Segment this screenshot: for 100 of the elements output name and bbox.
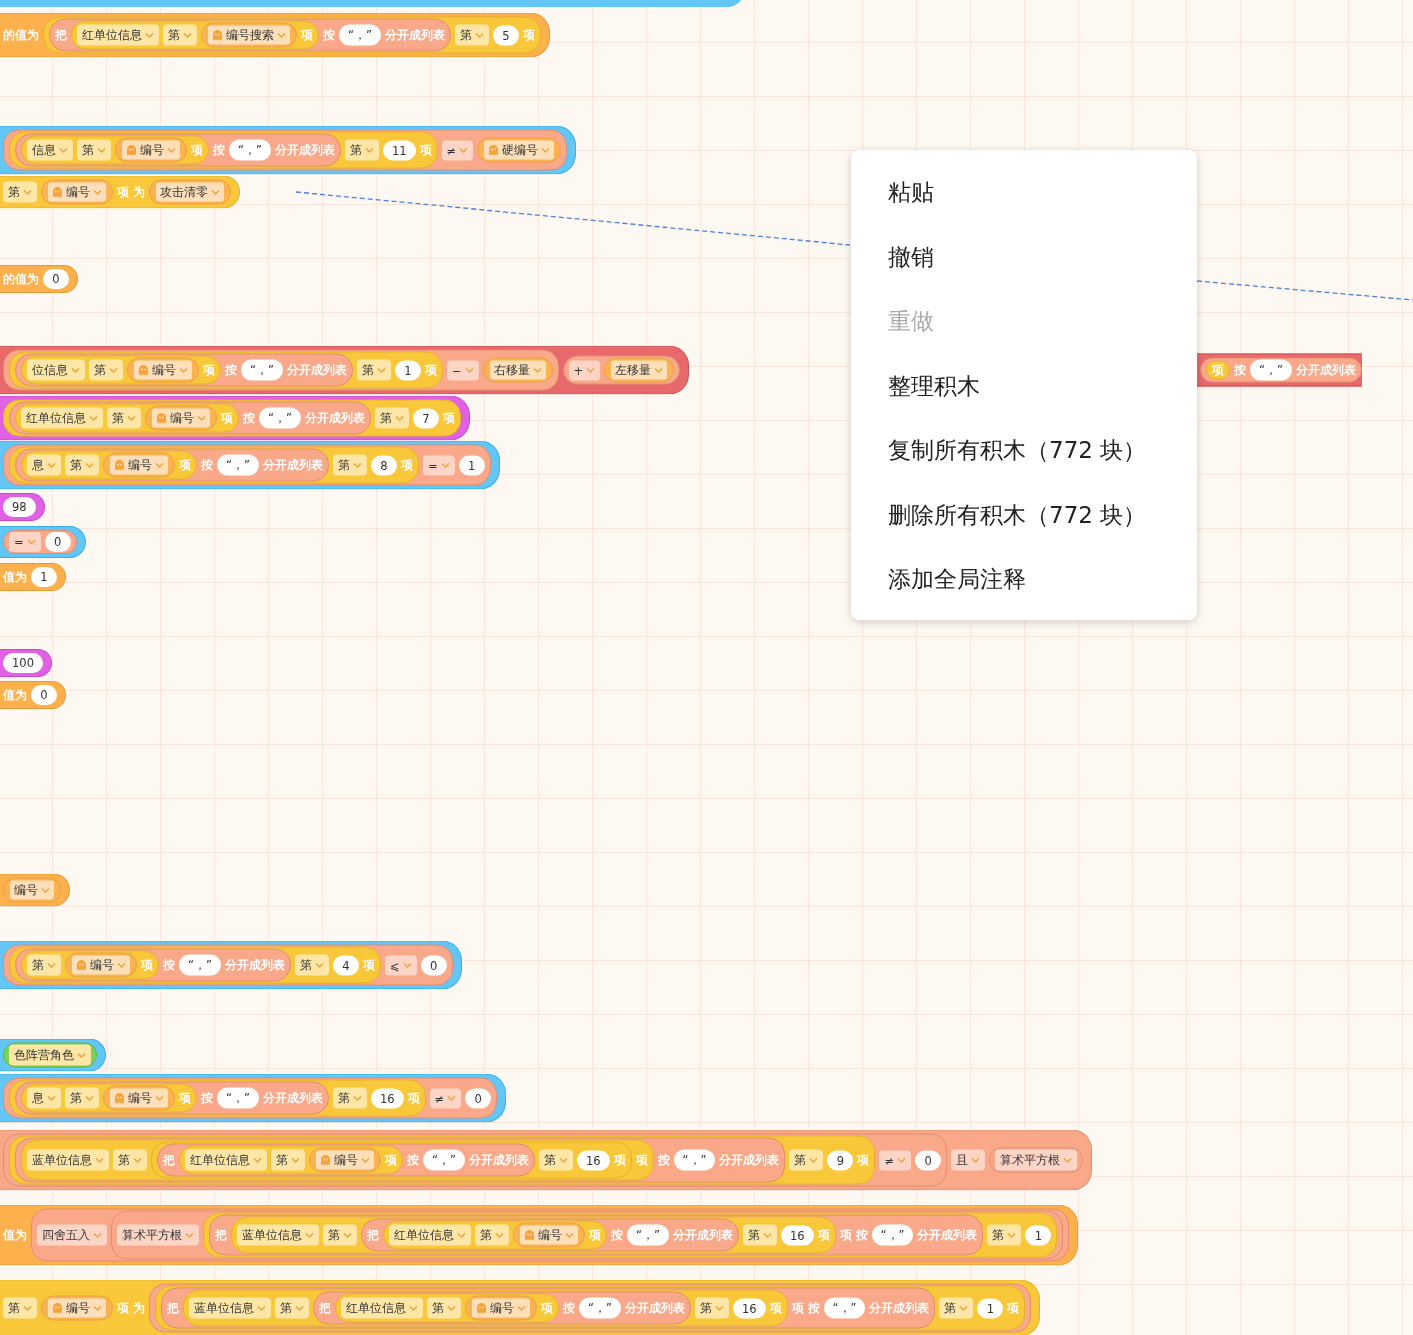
text-field[interactable]: “，” (627, 1224, 669, 1246)
variable-dropdown[interactable]: 编号 (41, 179, 113, 205)
dropdown-field[interactable]: 红单位信息 (77, 24, 159, 46)
dropdown-field[interactable]: 第 (294, 954, 329, 976)
text-field[interactable]: “，” (241, 359, 283, 381)
number-field[interactable]: 7 (412, 408, 439, 428)
number-field[interactable]: 0 (31, 685, 57, 705)
reporter-block[interactable]: 红单位信息 第 编号搜索 项 (71, 20, 319, 50)
dropdown-field[interactable]: 信息 (27, 139, 73, 161)
operator-dropdown[interactable]: ≠ (429, 1088, 462, 1108)
dropdown-field[interactable]: 位信息 (27, 359, 85, 381)
number-field[interactable]: 0 (915, 1150, 942, 1170)
variable-dropdown[interactable]: 左移量 (604, 357, 675, 383)
reporter-block[interactable]: 把 红单位信息 第 编号 项 按 “，” 分开成列表 (157, 1143, 535, 1177)
variable-dropdown[interactable]: 编号 (309, 1147, 381, 1173)
reporter-block[interactable]: 红单位信息 第 编号 项 按 “，” 分开成列表 第 7 项 (3, 399, 461, 437)
code-block[interactable]: 100 (0, 649, 52, 677)
operator-dropdown[interactable]: ⩽ (384, 955, 417, 975)
variable-dropdown[interactable]: 编号 (103, 452, 175, 478)
reporter-block[interactable]: 把 红单位信息 第 编号 项 按 “，” 分开成列表 (313, 1291, 691, 1325)
code-block[interactable]: 98 (0, 493, 45, 521)
reporter-block[interactable]: 第 编号 项 按 “，” 分开成列表 第 4 项 (9, 946, 381, 984)
menu-item[interactable]: 删除所有积木（772 块） (851, 482, 1197, 547)
text-field[interactable]: “，” (673, 1149, 716, 1171)
operator-dropdown[interactable]: 且 (951, 1149, 986, 1171)
number-field[interactable]: 0 (465, 1088, 492, 1108)
dropdown-field[interactable]: 第 (694, 1297, 729, 1319)
code-block[interactable]: 信息 第 编号 项 按 “，” 分开成列表 第 11 项 ≠ 硬编号 (0, 125, 577, 175)
code-block[interactable]: 红单位信息 第 编号 项 按 “，” 分开成列表 第 7 项 (0, 395, 470, 441)
code-block[interactable]: 第 编号 项 为 把 蓝单位信息 第 把 红单位信息 第 编号 项 按 “，” 分开成列表 第 16 项 项 按 “，” 分开成列表 第 1 项 (0, 1279, 1041, 1335)
variable-dropdown[interactable]: 编号 (145, 405, 217, 431)
number-field[interactable]: 1 (1025, 1225, 1052, 1245)
reporter-block[interactable]: 红单位信息 第 编号 项 (335, 1293, 559, 1323)
code-block[interactable]: 值为 1 (0, 563, 66, 591)
reporter-block[interactable]: 蓝单位信息 第 把 红单位信息 第 编号 项 按 “，” 分开成列表 第 16 项 项 按 “，” 分开成列表 (15, 1137, 786, 1183)
number-field[interactable]: 11 (382, 140, 416, 160)
variable-dropdown[interactable]: 攻击清零 (149, 179, 231, 205)
operator-dropdown[interactable]: ≠ (879, 1150, 912, 1170)
code-block[interactable]: = 0 (0, 526, 86, 558)
reporter-block[interactable]: + 左移量 (562, 355, 681, 385)
menu-item[interactable]: 复制所有积木（772 块） (851, 418, 1197, 483)
reporter-block[interactable]: 信息 第 编号 项 按 “，” 分开成列表 第 11 项 (9, 131, 438, 169)
number-field[interactable]: 0 (420, 955, 447, 975)
dropdown-field[interactable]: 息 (27, 454, 61, 476)
dropdown-field[interactable]: 第 (65, 454, 99, 476)
number-field[interactable]: 1 (977, 1298, 1004, 1318)
code-block[interactable]: 第 编号 项 为 攻击清零 (0, 175, 240, 209)
variable-dropdown[interactable]: 编号 (41, 1295, 113, 1321)
reporter-block[interactable]: 蓝单位信息 第 把 红单位信息 第 编号 项 按 “，” 分开成列表 第 16 项 项 按 “，” 分开成列表 第 9 项 (9, 1135, 876, 1185)
variable-dropdown[interactable]: 编号 (103, 1085, 175, 1111)
dropdown-field[interactable]: 第 (323, 1224, 357, 1246)
variable-dropdown[interactable]: 编号 (115, 137, 187, 163)
number-field[interactable]: 4 (332, 955, 359, 975)
dropdown-field[interactable]: 第 (3, 1297, 37, 1319)
text-field[interactable]: “，” (823, 1297, 866, 1319)
variable-dropdown[interactable]: 编号 (513, 1222, 585, 1248)
dropdown-field[interactable]: 红单位信息 (185, 1149, 267, 1171)
number-field[interactable]: 1 (458, 455, 485, 475)
dropdown-field[interactable]: 第 (113, 1149, 147, 1171)
dropdown-field[interactable]: 蓝单位信息 (237, 1224, 319, 1246)
reporter-block[interactable]: 位信息 第 编号 项 (21, 355, 221, 385)
reporter-block[interactable]: 把 红单位信息 第 编号 项 按 “，” 分开成列表 第 16 项 (151, 1141, 632, 1179)
dropdown-field[interactable]: 红单位信息 (21, 407, 103, 429)
reporter-block[interactable]: 位信息 第 编号 项 按 “，” 分开成列表 第 1 项 (9, 351, 443, 389)
variable-dropdown[interactable]: 硬编号 (477, 137, 562, 163)
reporter-block[interactable]: 息 第 编号 项 按 “，” 分开成列表 (15, 1081, 329, 1115)
dropdown-field[interactable]: 第 (454, 24, 489, 46)
text-field[interactable]: “，” (259, 407, 301, 429)
reporter-block[interactable]: 位信息 第 编号 项 按 “，” 分开成列表 (15, 353, 353, 387)
code-block[interactable]: 蓝单位信息 第 把 红单位信息 第 编号 项 按 “，” 分开成列表 第 16 项 项 按 “，” 分开成列表 第 9 项 ≠ 0 且 算术平方根 (0, 1129, 1093, 1191)
dropdown-field[interactable]: 蓝单位信息 (189, 1297, 271, 1319)
number-field[interactable]: 16 (780, 1225, 814, 1245)
dropdown-field[interactable]: 第 (77, 139, 111, 161)
code-block[interactable]: 编号 (0, 873, 70, 907)
reporter-block[interactable]: 信息 第 编号 项 按 “，” 分开成列表 第 11 项 ≠ 硬编号 (3, 129, 568, 171)
reporter-block[interactable]: 息 第 编号 项 按 “，” 分开成列表 第 8 项 = 1 (3, 444, 491, 486)
reporter-block[interactable]: 四舍五入 算术平方根 把 蓝单位信息 第 把 红单位信息 第 编号 项 按 “，” 分开成列表 第 16 项 项 按 “，” 分开成列表 第 1 (31, 1208, 1070, 1262)
dropdown-field[interactable]: 第 (163, 24, 197, 46)
reporter-block[interactable]: = 0 (3, 530, 77, 554)
variable-dropdown[interactable]: 右移量 (482, 357, 553, 383)
number-field[interactable]: 16 (576, 1150, 610, 1170)
dropdown-field[interactable]: 红单位信息 (389, 1224, 471, 1246)
code-block[interactable]: 值为 四舍五入 算术平方根 把 蓝单位信息 第 把 红单位信息 第 编号 项 按 “，” 分开成列表 第 16 项 项 按 “，” 分开成列表 第 1 (0, 1204, 1079, 1266)
reporter-block[interactable]: 息 第 编号 项 按 “，” 分开成列表 第 16 项 ≠ 0 (3, 1077, 498, 1119)
menu-item[interactable]: 添加全局注释 (851, 547, 1197, 612)
dropdown-field[interactable]: 第 (275, 1297, 309, 1319)
variable-dropdown[interactable]: 编号 (65, 952, 137, 978)
dropdown-field[interactable]: 第 (538, 1149, 573, 1171)
operator-dropdown[interactable]: = (9, 532, 41, 552)
dropdown-field[interactable]: 第 (987, 1224, 1022, 1246)
reporter-block[interactable]: 信息 第 编号 项 按 “，” 分开成列表 (15, 133, 341, 167)
reporter-block[interactable]: 蓝单位信息 第 把 红单位信息 第 编号 项 按 “，” 分开成列表 第 16 项 (183, 1289, 788, 1327)
dropdown-field[interactable]: 第 (742, 1224, 777, 1246)
reporter-block[interactable]: 把 蓝单位信息 第 把 红单位信息 第 编号 项 按 “，” 分开成列表 第 16 项 项 按 “，” 分开成列表 (161, 1287, 936, 1329)
text-field[interactable]: “，” (179, 954, 221, 976)
reporter-block[interactable]: 把 蓝单位信息 第 把 红单位信息 第 编号 项 按 “，” 分开成列表 第 16 项 项 按 “，” 分开成列表 (209, 1214, 984, 1256)
code-block[interactable]: 位信息 第 编号 项 按 “，” 分开成列表 第 1 项 − 右移量 + 左移量 (0, 345, 690, 395)
dropdown-field[interactable]: 第 (271, 1149, 305, 1171)
dropdown-field[interactable]: 第 (332, 1087, 367, 1109)
dropdown-field[interactable]: 第 (374, 407, 409, 429)
